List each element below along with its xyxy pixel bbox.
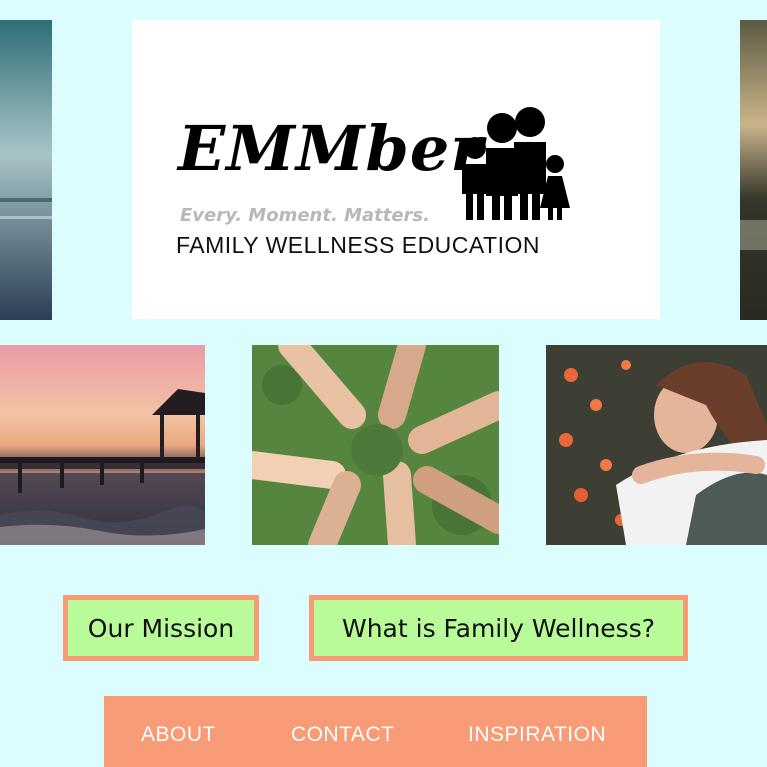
logo-card: EMMber Every. Moment. Matters. FAMILY WE… (132, 20, 660, 319)
sunset-pier-photo (0, 345, 205, 545)
nav-link-about[interactable]: ABOUT (141, 724, 216, 745)
logo-tagline: Every. Moment. Matters. (180, 205, 430, 226)
nav-link-inspiration[interactable]: INSPIRATION (468, 724, 606, 745)
ocean-horizon-photo (0, 20, 52, 320)
family-wellness-button[interactable]: What is Family Wellness? (309, 595, 688, 661)
lake-shore-photo (740, 20, 767, 320)
nav-link-contact[interactable]: CONTACT (291, 724, 394, 745)
logo-subtitle: FAMILY WELLNESS EDUCATION (176, 232, 540, 258)
linked-hands-photo (252, 345, 499, 545)
logo-wordmark: EMMber (178, 112, 484, 185)
hugging-friends-photo (546, 345, 767, 545)
our-mission-button[interactable]: Our Mission (63, 595, 259, 661)
family-silhouette-icon (462, 107, 570, 220)
nav-bar: ABOUT CONTACT INSPIRATION (104, 696, 647, 767)
